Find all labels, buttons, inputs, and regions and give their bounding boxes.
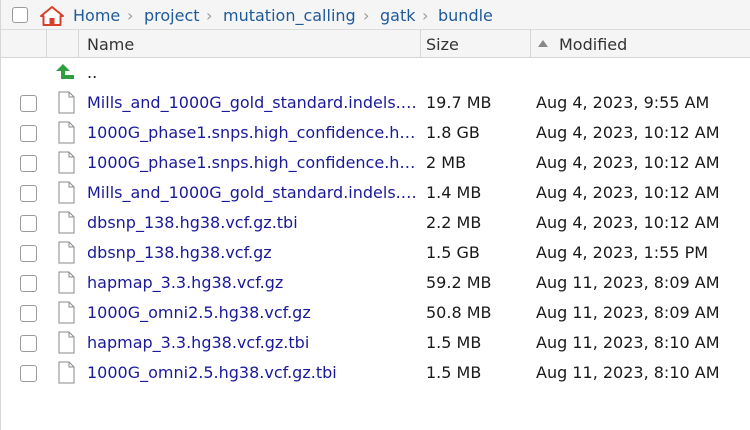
file-modified: Aug 4, 2023, 10:12 AM — [536, 123, 720, 142]
parent-directory-row[interactable]: .. — [1, 58, 750, 88]
file-row[interactable]: 1000G_omni2.5.hg38.vcf.gz 50.8 MB Aug 11, … — [1, 298, 750, 328]
row-checkbox[interactable] — [20, 275, 37, 292]
file-name-link[interactable]: dbsnp_138.hg38.vcf.gz.tbi — [87, 213, 417, 232]
file-name-link[interactable]: Mills_and_1000G_gold_standard.indels.hg3… — [87, 93, 417, 112]
breadcrumb-separator: › — [422, 6, 429, 25]
file-icon — [58, 361, 75, 384]
file-size: 2 MB — [426, 153, 467, 172]
breadcrumb: Home › project › mutation_calling › gatk… — [1, 0, 750, 30]
file-icon — [58, 91, 75, 114]
column-divider — [46, 30, 47, 58]
column-divider[interactable] — [420, 30, 421, 58]
file-modified: Aug 11, 2023, 8:10 AM — [536, 333, 720, 352]
file-row[interactable]: hapmap_3.3.hg38.vcf.gz 59.2 MB Aug 11, 202… — [1, 268, 750, 298]
column-modified-header[interactable]: Modified — [559, 35, 627, 54]
home-icon[interactable] — [39, 5, 65, 27]
file-size: 1.5 MB — [426, 363, 482, 382]
file-size: 1.4 MB — [426, 183, 482, 202]
file-size: 59.2 MB — [426, 273, 492, 292]
row-checkbox[interactable] — [20, 155, 37, 172]
file-row[interactable]: 1000G_phase1.snps.high_confidence.hg38.v… — [1, 148, 750, 178]
file-modified: Aug 11, 2023, 8:09 AM — [536, 273, 720, 292]
breadcrumb-home[interactable]: Home — [73, 6, 120, 25]
row-checkbox[interactable] — [20, 335, 37, 352]
file-icon — [58, 271, 75, 294]
file-icon — [58, 151, 75, 174]
row-checkbox[interactable] — [20, 305, 37, 322]
file-modified: Aug 11, 2023, 8:09 AM — [536, 303, 720, 322]
sort-ascending-icon — [538, 40, 548, 47]
file-modified: Aug 4, 2023, 10:12 AM — [536, 213, 720, 232]
file-row[interactable]: Mills_and_1000G_gold_standard.indels.hg3… — [1, 88, 750, 118]
breadcrumb-mutation-calling[interactable]: mutation_calling — [223, 6, 356, 25]
breadcrumb-separator: › — [206, 6, 213, 25]
file-modified: Aug 4, 2023, 1:55 PM — [536, 243, 709, 262]
up-arrow-icon[interactable] — [54, 61, 76, 83]
row-checkbox[interactable] — [20, 365, 37, 382]
file-row[interactable]: Mills_and_1000G_gold_standard.indels.hg3… — [1, 178, 750, 208]
row-checkbox[interactable] — [20, 185, 37, 202]
file-name-link[interactable]: hapmap_3.3.hg38.vcf.gz.tbi — [87, 333, 417, 352]
file-icon — [58, 211, 75, 234]
breadcrumb-separator: › — [127, 6, 134, 25]
file-icon — [58, 181, 75, 204]
breadcrumb-bundle[interactable]: bundle — [438, 6, 493, 25]
file-size: 1.8 GB — [426, 123, 480, 142]
row-checkbox[interactable] — [20, 215, 37, 232]
file-size: 2.2 MB — [426, 213, 482, 232]
file-row[interactable]: dbsnp_138.hg38.vcf.gz.tbi 2.2 MB Aug 4, 20… — [1, 208, 750, 238]
file-size: 1.5 GB — [426, 243, 480, 262]
file-icon — [58, 241, 75, 264]
file-row[interactable]: 1000G_omni2.5.hg38.vcf.gz.tbi 1.5 MB Aug 1… — [1, 358, 750, 388]
file-modified: Aug 4, 2023, 9:55 AM — [536, 93, 710, 112]
file-modified: Aug 4, 2023, 10:12 AM — [536, 183, 720, 202]
file-row[interactable]: dbsnp_138.hg38.vcf.gz 1.5 GB Aug 4, 2023, … — [1, 238, 750, 268]
files-pane: Home › project › mutation_calling › gatk… — [0, 0, 750, 430]
file-size: 19.7 MB — [426, 93, 492, 112]
file-icon — [58, 301, 75, 324]
row-checkbox[interactable] — [20, 245, 37, 262]
file-size: 1.5 MB — [426, 333, 482, 352]
file-row[interactable]: hapmap_3.3.hg38.vcf.gz.tbi 1.5 MB Aug 11, … — [1, 328, 750, 358]
file-icon — [58, 121, 75, 144]
row-checkbox[interactable] — [20, 125, 37, 142]
file-name-link[interactable]: 1000G_omni2.5.hg38.vcf.gz.tbi — [87, 363, 417, 382]
breadcrumb-separator: › — [363, 6, 370, 25]
select-all-checkbox[interactable] — [12, 7, 28, 23]
file-name-link[interactable]: 1000G_omni2.5.hg38.vcf.gz — [87, 303, 417, 322]
file-name-link[interactable]: dbsnp_138.hg38.vcf.gz — [87, 243, 417, 262]
row-checkbox[interactable] — [20, 95, 37, 112]
column-divider[interactable] — [530, 30, 531, 58]
file-name-link[interactable]: hapmap_3.3.hg38.vcf.gz — [87, 273, 417, 292]
column-header: Name Size Modified — [1, 30, 750, 58]
column-name-header[interactable]: Name — [87, 35, 134, 54]
file-size: 50.8 MB — [426, 303, 492, 322]
file-row[interactable]: 1000G_phase1.snps.high_confidence.hg38.v… — [1, 118, 750, 148]
file-name-link[interactable]: 1000G_phase1.snps.high_confidence.hg38.v… — [87, 153, 417, 172]
file-name-link[interactable]: Mills_and_1000G_gold_standard.indels.hg3… — [87, 183, 417, 202]
breadcrumb-gatk[interactable]: gatk — [380, 6, 416, 25]
column-size-header[interactable]: Size — [426, 35, 459, 54]
file-modified: Aug 11, 2023, 8:10 AM — [536, 363, 720, 382]
file-name-link[interactable]: 1000G_phase1.snps.high_confidence.hg38.v… — [87, 123, 417, 142]
breadcrumb-project[interactable]: project — [144, 6, 200, 25]
parent-directory-link[interactable]: .. — [87, 63, 417, 82]
column-divider — [78, 30, 79, 58]
file-modified: Aug 4, 2023, 10:12 AM — [536, 153, 720, 172]
file-icon — [58, 331, 75, 354]
